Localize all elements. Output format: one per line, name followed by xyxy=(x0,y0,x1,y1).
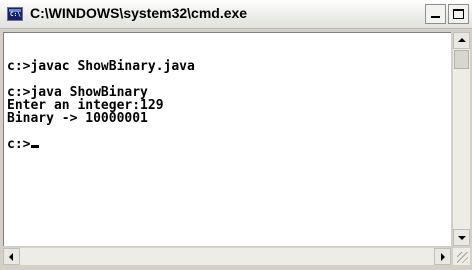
minimize-button[interactable] xyxy=(425,4,446,24)
console-window: C:\WINDOWS\system32\cmd.exe c:>javac Sho… xyxy=(0,0,472,270)
scroll-right-button[interactable] xyxy=(434,248,451,265)
horizontal-scroll-thumb[interactable] xyxy=(21,249,433,264)
maximize-icon xyxy=(453,9,464,19)
scroll-left-button[interactable] xyxy=(3,248,20,265)
horizontal-scrollbar[interactable] xyxy=(3,248,451,265)
console-prompt-line[interactable]: c:> xyxy=(7,137,40,152)
arrow-down-icon xyxy=(458,236,466,240)
scroll-up-button[interactable] xyxy=(453,32,470,49)
cmd-app-icon[interactable] xyxy=(7,7,23,21)
arrow-left-icon xyxy=(9,253,13,261)
arrow-right-icon xyxy=(441,253,445,261)
resize-grip[interactable] xyxy=(453,248,470,265)
console-line-7: c:> xyxy=(7,137,31,152)
maximize-button[interactable] xyxy=(448,4,469,24)
arrow-up-icon xyxy=(458,38,466,42)
window-title: C:\WINDOWS\system32\cmd.exe xyxy=(30,5,248,21)
vertical-scrollbar[interactable] xyxy=(453,32,470,246)
console-line-1: c:>javac ShowBinary.java xyxy=(7,59,195,74)
console-output[interactable]: c:>javac ShowBinary.java c:>java ShowBin… xyxy=(3,32,451,246)
minimize-icon xyxy=(431,16,440,18)
vertical-scroll-thumb[interactable] xyxy=(454,50,469,69)
text-cursor xyxy=(31,145,40,148)
console-line-5: Binary -> 10000001 xyxy=(7,111,148,126)
scroll-down-button[interactable] xyxy=(453,229,470,246)
title-bar[interactable]: C:\WINDOWS\system32\cmd.exe xyxy=(0,0,472,29)
